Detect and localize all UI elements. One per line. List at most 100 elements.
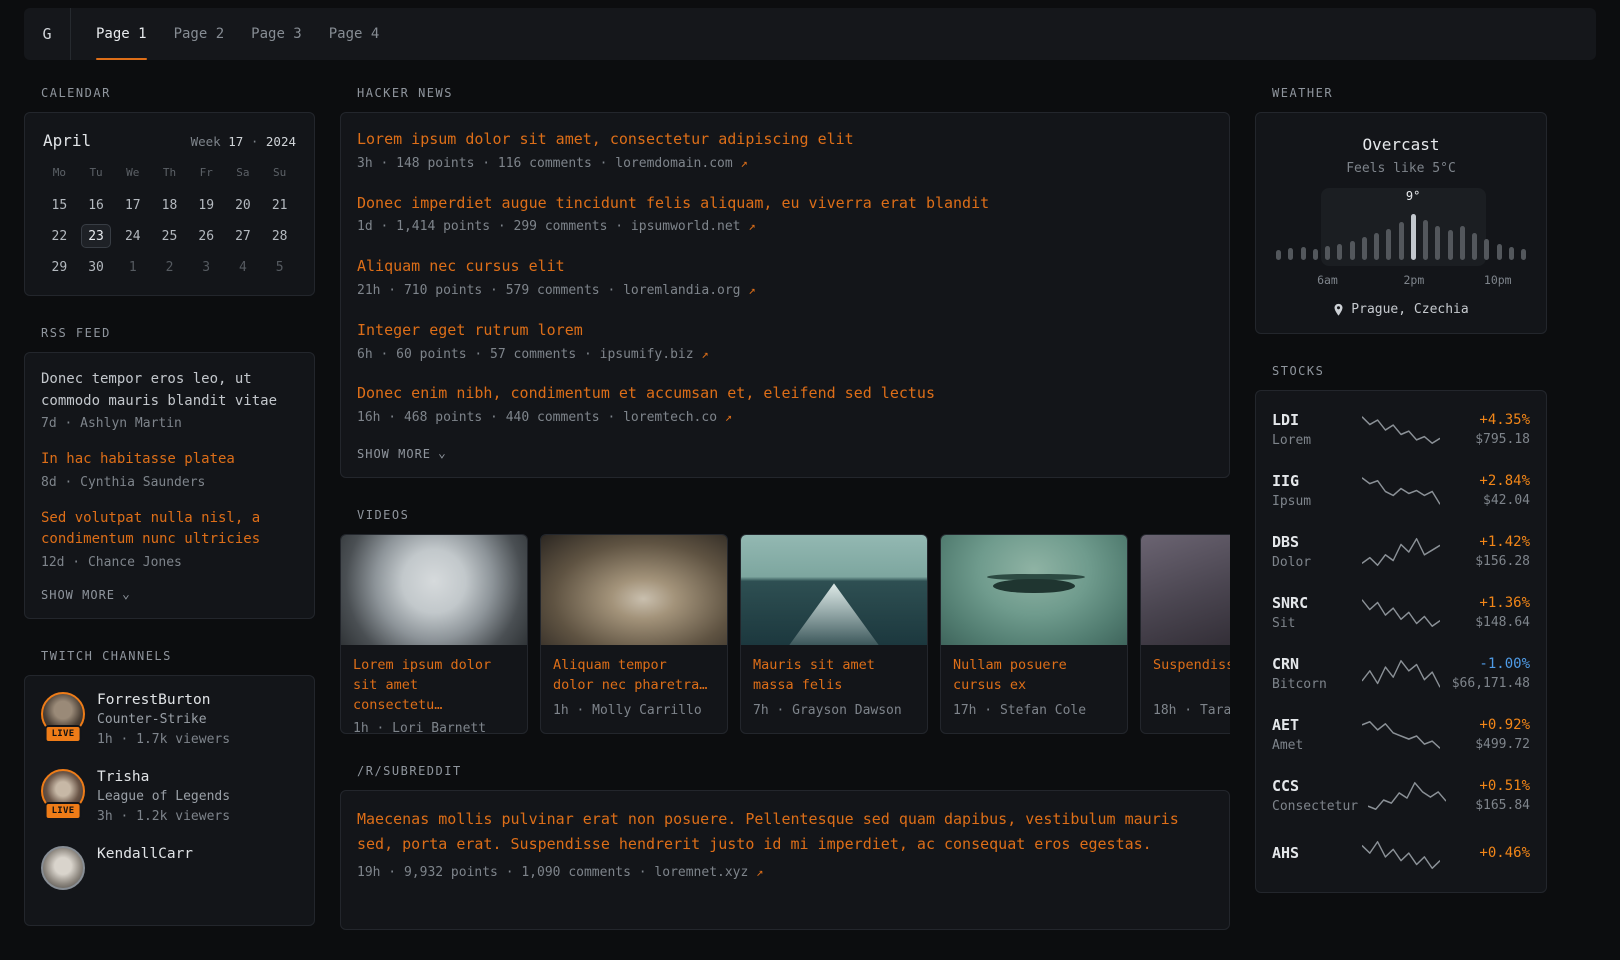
twitch-card: LIVE ForrestBurton Counter-Strike 1h · 1… [24, 675, 315, 926]
stock-values: +0.92% $499.72 [1450, 717, 1530, 752]
calendar-day: 2 [154, 255, 184, 279]
external-link-icon[interactable]: ↗ [748, 219, 755, 233]
app-logo[interactable]: G [24, 8, 71, 60]
video-card[interactable]: Lorem ipsum dolor sit amet consectetu… 1… [340, 534, 528, 734]
rss-item-link[interactable]: Donec tempor eros leo, ut commodo mauris… [41, 369, 298, 412]
twitch-channel-name[interactable]: Trisha [97, 769, 230, 785]
hackernews-card: Lorem ipsum dolor sit amet, consectetur … [340, 112, 1230, 478]
twitch-channel-game: Counter-Strike [97, 712, 230, 727]
stock-row: AHS +0.46% [1272, 826, 1530, 884]
twitch-channel-row[interactable]: LIVE KendallCarr [41, 846, 298, 890]
weather-bar [1386, 229, 1391, 260]
stock-ticker: DBS [1272, 533, 1352, 551]
hackernews-item-link[interactable]: Lorem ipsum dolor sit amet, consectetur … [357, 129, 1213, 151]
weather-card: Overcast Feels like 5°C 9° 6am 2pm 10pm … [1255, 112, 1547, 334]
stock-values: +1.36% $148.64 [1450, 595, 1530, 630]
stock-ticker: AET [1272, 716, 1352, 734]
video-thumbnail [1141, 535, 1230, 645]
calendar-header: April Week 17 · 2024 [41, 129, 298, 150]
twitch-avatar-wrap: LIVE [41, 692, 85, 736]
stock-sparkline [1362, 535, 1440, 569]
stock-row: SNRC Sit +1.36% $148.64 [1272, 582, 1530, 643]
hackernews-item-link[interactable]: Aliquam nec cursus elit [357, 256, 1213, 278]
calendar-day: 27 [228, 224, 258, 248]
rss-show-more-button[interactable]: SHOW MORE⌄ [41, 588, 298, 602]
calendar-day: 24 [118, 224, 148, 248]
stock-price: $156.28 [1450, 554, 1530, 569]
video-title-link[interactable]: Aliquam tempor dolor nec pharetra… [541, 645, 727, 702]
weather-time-label: 6am [1317, 273, 1338, 287]
video-card[interactable]: Nullam posuere cursus ex 17h · Stefan Co… [940, 534, 1128, 734]
twitch-channel-row[interactable]: LIVE Trisha League of Legends 3h · 1.2k … [41, 769, 298, 827]
stocks-list: LDI Lorem +4.35% $795.18 [1272, 399, 1530, 884]
twitch-channel-meta: 1h · 1.7k viewers [97, 731, 230, 750]
video-title-link[interactable]: Lorem ipsum dolor sit amet consectetu… [341, 645, 527, 720]
rss-item-link[interactable]: In hac habitasse platea [41, 449, 298, 471]
external-link-icon[interactable]: ↗ [741, 156, 748, 170]
stock-price: $66,171.48 [1450, 676, 1530, 691]
hackernews-list: Lorem ipsum dolor sit amet, consectetur … [357, 129, 1213, 428]
videos-row[interactable]: Lorem ipsum dolor sit amet consectetu… 1… [340, 534, 1230, 734]
video-title-link[interactable]: Suspendisse diam [1141, 645, 1230, 702]
hackernews-item-meta: 6h · 60 points · 57 comments · ipsumify.… [357, 346, 1213, 365]
rss-list: Donec tempor eros leo, ut commodo mauris… [41, 369, 298, 573]
stock-row: AET Amet +0.92% $499.72 [1272, 704, 1530, 765]
stock-identity: AET Amet [1272, 716, 1352, 753]
twitch-channel-name[interactable]: KendallCarr [97, 846, 193, 862]
weather-bar [1435, 226, 1440, 260]
twitch-channel-info: Trisha League of Legends 3h · 1.2k viewe… [97, 769, 230, 827]
external-link-icon[interactable]: ↗ [701, 347, 708, 361]
hackernews-item: Integer eget rutrum lorem 6h · 60 points… [357, 320, 1213, 365]
stock-sparkline [1362, 596, 1440, 630]
avatar [41, 846, 85, 890]
video-title-link[interactable]: Mauris sit amet massa felis [741, 645, 927, 702]
rss-item-link[interactable]: Sed volutpat nulla nisl, a condimentum n… [41, 508, 298, 551]
calendar-day: 26 [191, 224, 221, 248]
subreddit-post-link[interactable]: Maecenas mollis pulvinar erat non posuer… [357, 807, 1213, 857]
twitch-channel-row[interactable]: LIVE ForrestBurton Counter-Strike 1h · 1… [41, 692, 298, 750]
calendar-day: 28 [265, 224, 295, 248]
day-of-week-label: Tu [89, 166, 102, 179]
hackernews-widget: HACKER NEWS Lorem ipsum dolor sit amet, … [340, 86, 1230, 478]
stock-change: -1.00% [1450, 656, 1530, 672]
stock-row: CRN Bitcorn -1.00% $66,171.48 [1272, 643, 1530, 704]
weather-bar [1350, 241, 1355, 260]
tab-page[interactable]: Page 1 [96, 8, 147, 60]
stock-ticker: LDI [1272, 411, 1352, 429]
day-of-week-label: Sa [236, 166, 249, 179]
hackernews-item: Donec imperdiet augue tincidunt felis al… [357, 193, 1213, 238]
hackernews-item-link[interactable]: Donec enim nibh, condimentum et accumsan… [357, 383, 1213, 405]
stock-row: DBS Dolor +1.42% $156.28 [1272, 521, 1530, 582]
tab-page[interactable]: Page 3 [251, 8, 302, 60]
hackernews-item-link[interactable]: Integer eget rutrum lorem [357, 320, 1213, 342]
stock-identity: CRN Bitcorn [1272, 655, 1352, 692]
hackernews-show-more-button[interactable]: SHOW MORE⌄ [357, 447, 1213, 461]
hackernews-item-link[interactable]: Donec imperdiet augue tincidunt felis al… [357, 193, 1213, 215]
weather-bar [1374, 233, 1379, 260]
hackernews-item: Lorem ipsum dolor sit amet, consectetur … [357, 129, 1213, 174]
calendar-month: April [43, 131, 91, 150]
external-link-icon[interactable]: ↗ [725, 410, 732, 424]
stock-sparkline [1362, 718, 1440, 752]
page-tabs: Page 1 Page 2 Page 3 Page 4 [71, 8, 379, 60]
video-card[interactable]: Mauris sit amet massa felis 7h · Grayson… [740, 534, 928, 734]
calendar-day: 4 [228, 255, 258, 279]
stock-change: +0.51% [1456, 778, 1530, 794]
tab-page[interactable]: Page 2 [174, 8, 225, 60]
video-card[interactable]: Suspendisse diam 18h · Tara [1140, 534, 1230, 734]
video-title-link[interactable]: Nullam posuere cursus ex [941, 645, 1127, 702]
weather-bar [1337, 244, 1342, 260]
calendar-card: April Week 17 · 2024 Mo Tu We Th Fr [24, 112, 315, 296]
stock-identity: CCS Consectetur [1272, 777, 1358, 814]
twitch-channel-name[interactable]: ForrestBurton [97, 692, 230, 708]
stock-sparkline [1362, 657, 1440, 691]
stock-change: +1.42% [1450, 534, 1530, 550]
top-bar: G Page 1 Page 2 Page 3 Page 4 [24, 8, 1596, 60]
calendar-day: 20 [228, 193, 258, 217]
tab-page[interactable]: Page 4 [329, 8, 380, 60]
external-link-icon[interactable]: ↗ [756, 865, 763, 879]
video-card[interactable]: Aliquam tempor dolor nec pharetra… 1h · … [540, 534, 728, 734]
stock-values: -1.00% $66,171.48 [1450, 656, 1530, 691]
external-link-icon[interactable]: ↗ [748, 283, 755, 297]
stock-ticker: SNRC [1272, 594, 1352, 612]
